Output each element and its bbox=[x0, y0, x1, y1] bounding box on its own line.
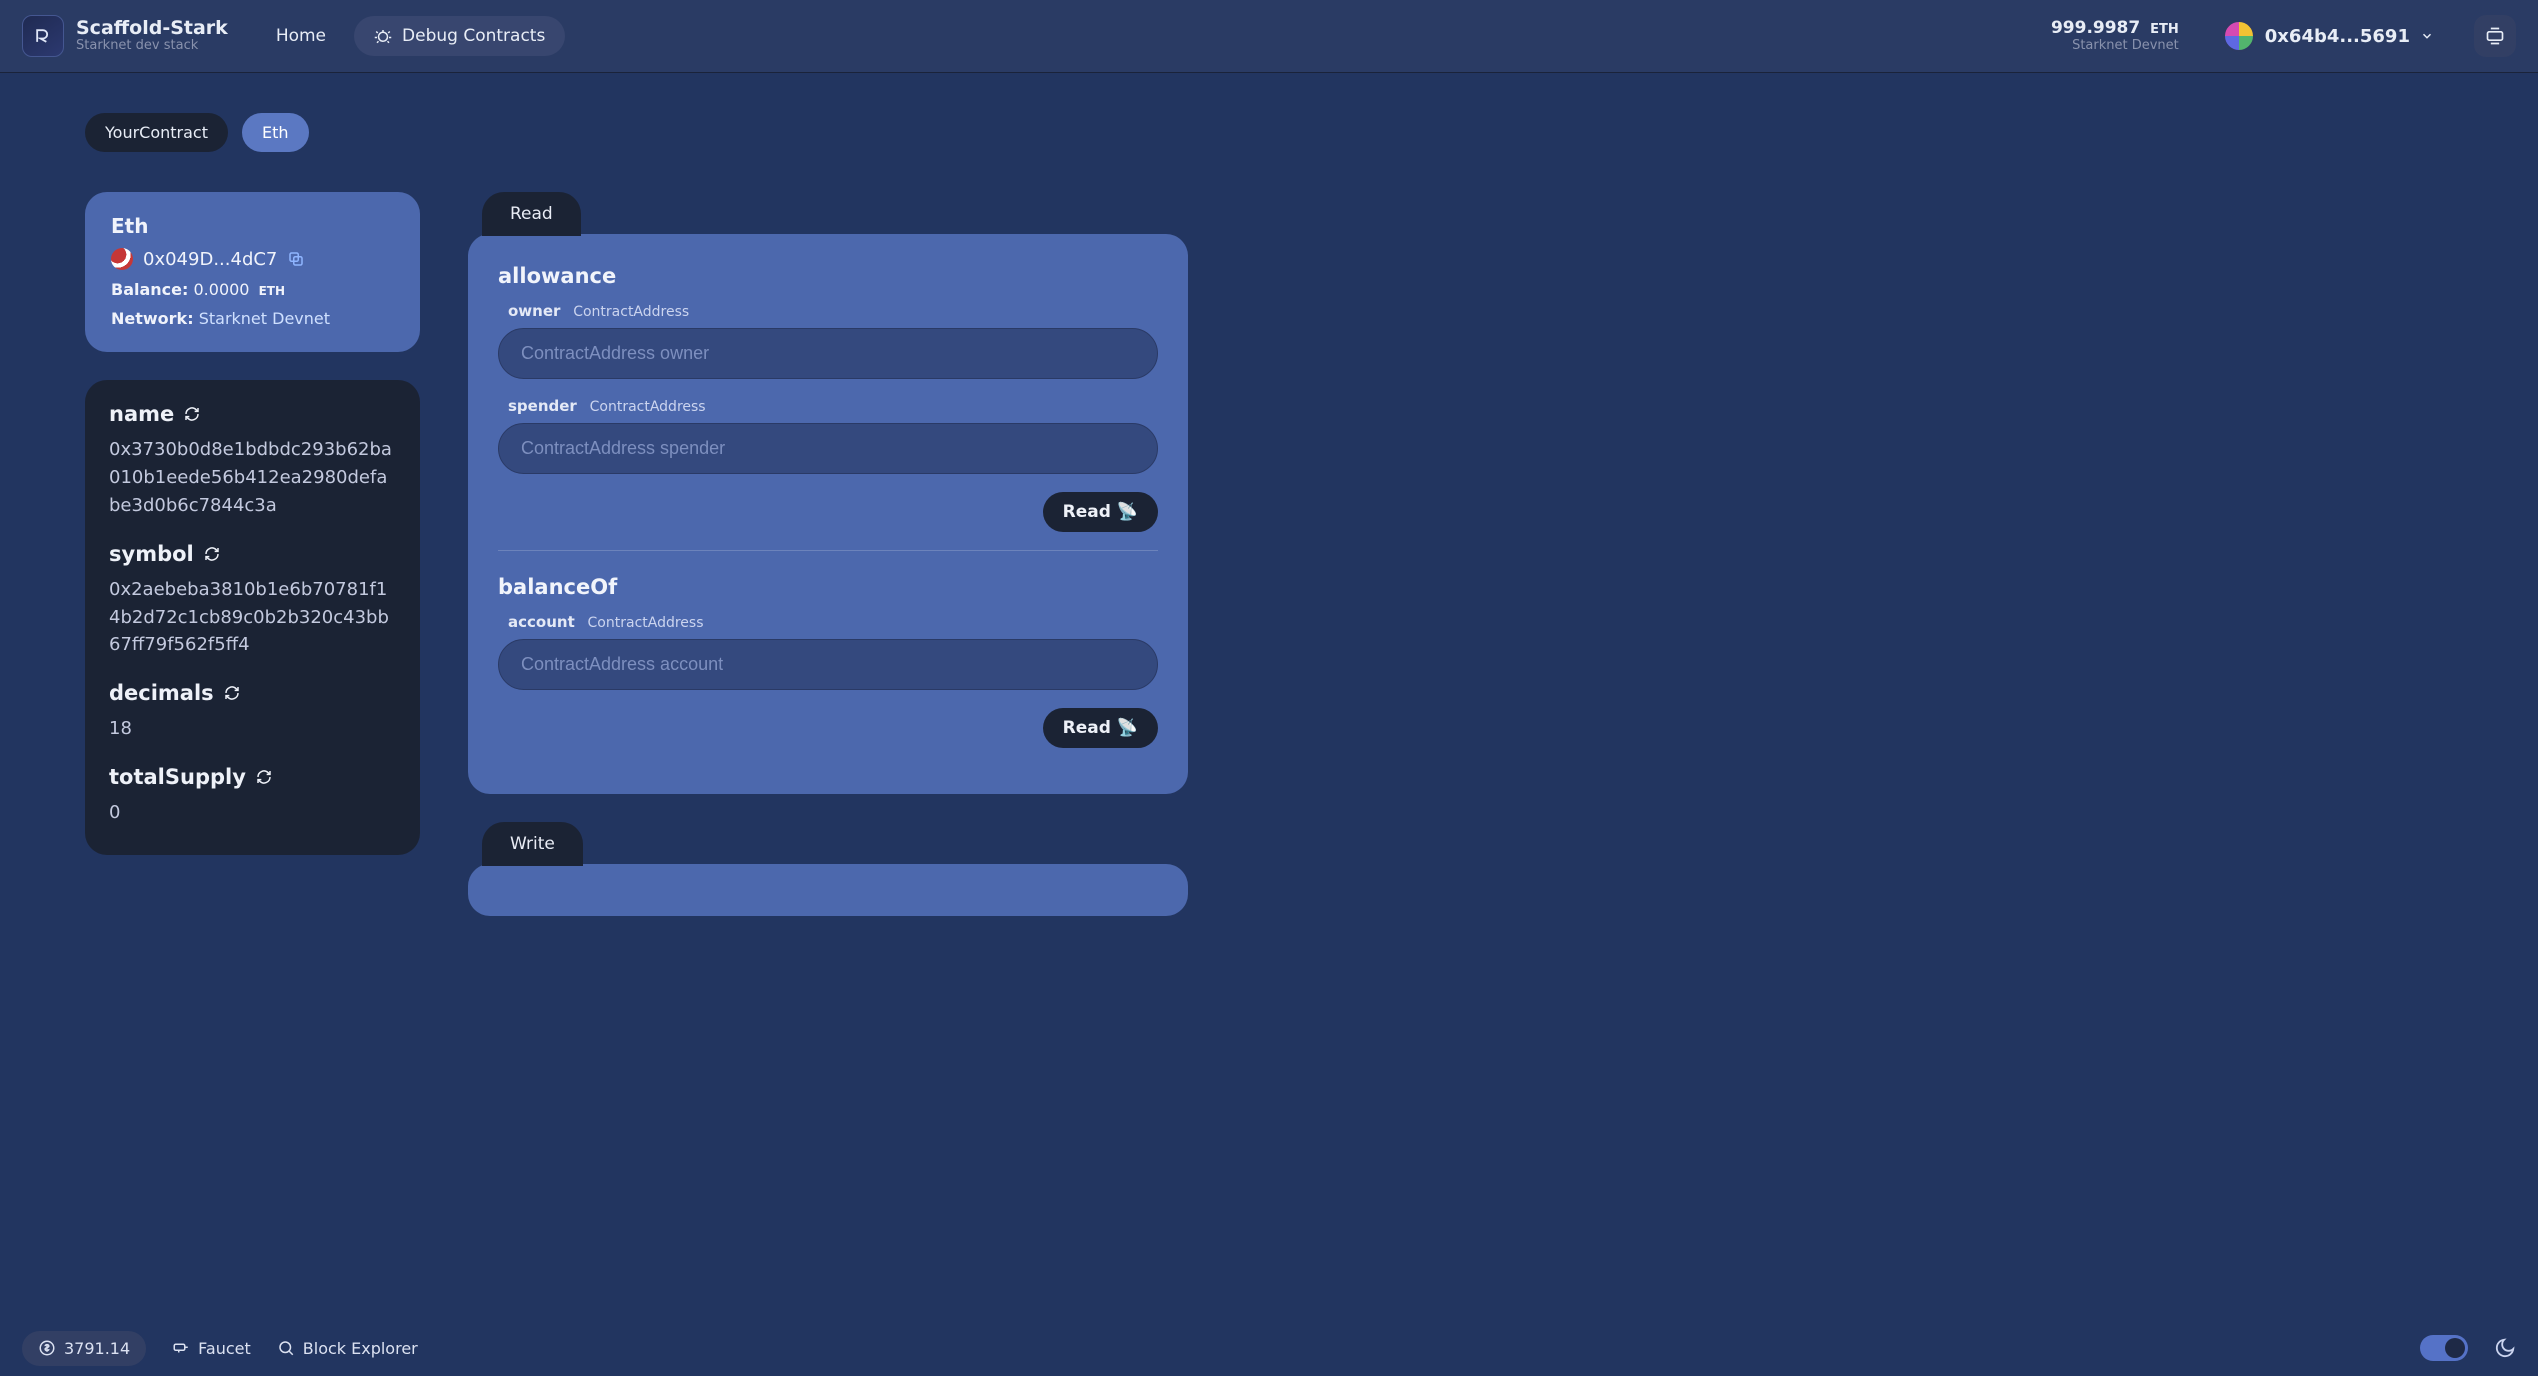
read-balanceof-button[interactable]: Read 📡 bbox=[1043, 708, 1158, 748]
wallet-avatar-icon bbox=[2223, 20, 2255, 52]
state-totalsupply-value: 0 bbox=[109, 799, 396, 827]
search-icon bbox=[277, 1339, 295, 1357]
read-section-tab[interactable]: Read bbox=[482, 192, 581, 236]
wallet-balance[interactable]: 999.9987 ETH Starknet Devnet bbox=[2051, 18, 2179, 54]
refresh-icon[interactable] bbox=[204, 546, 220, 562]
state-symbol-label: symbol bbox=[109, 542, 194, 566]
eth-price-value: 3791.14 bbox=[64, 1339, 130, 1358]
arg-owner-name: owner bbox=[508, 302, 560, 320]
copy-address-button[interactable] bbox=[287, 250, 305, 268]
contract-balance: 0.0000 bbox=[194, 280, 250, 299]
brand: Scaffold-Stark Starknet dev stack bbox=[22, 15, 228, 57]
write-panel bbox=[468, 864, 1188, 916]
wallet-address-short: 0x64b4...5691 bbox=[2265, 26, 2410, 47]
state-decimals-label: decimals bbox=[109, 681, 214, 705]
arg-account-name: account bbox=[508, 613, 575, 631]
faucet-link[interactable]: Faucet bbox=[172, 1339, 251, 1358]
contract-balance-unit: ETH bbox=[259, 284, 285, 298]
state-symbol-value: 0x2aebeba3810b1e6b70781f14b2d72c1cb89c0b… bbox=[109, 576, 396, 660]
nav-home[interactable]: Home bbox=[266, 18, 336, 54]
wallet-account-button[interactable]: 0x64b4...5691 bbox=[2213, 14, 2444, 58]
balance-label: Balance: bbox=[111, 280, 188, 299]
contract-tab-yourcontract[interactable]: YourContract bbox=[85, 113, 228, 152]
app-header: Scaffold-Stark Starknet dev stack Home D… bbox=[0, 0, 2538, 73]
main-nav: Home Debug Contracts bbox=[266, 16, 566, 56]
bug-icon bbox=[374, 27, 392, 45]
refresh-icon[interactable] bbox=[184, 406, 200, 422]
moon-icon bbox=[2494, 1337, 2516, 1359]
contract-address: 0x049D...4dC7 bbox=[143, 249, 277, 270]
fn-balanceof: balanceOf account ContractAddress Read 📡 bbox=[498, 550, 1158, 766]
brand-logo-icon bbox=[22, 15, 64, 57]
state-name-label: name bbox=[109, 402, 174, 426]
contract-info-card: Eth 0x049D...4dC7 Balance: 0.0000 bbox=[85, 192, 420, 352]
arg-spender-name: spender bbox=[508, 397, 577, 415]
dollar-icon bbox=[38, 1339, 56, 1357]
contract-state-card: name 0x3730b0d8e1bdbdc293b62ba010b1eede5… bbox=[85, 380, 420, 855]
network-label: Network bbox=[111, 309, 187, 328]
theme-toggle[interactable] bbox=[2420, 1335, 2468, 1361]
wallet-balance-amount: 999.9987 bbox=[2051, 18, 2140, 38]
eth-price-pill[interactable]: 3791.14 bbox=[22, 1331, 146, 1366]
arg-account-input[interactable] bbox=[498, 639, 1158, 690]
page-body: YourContract Eth Eth 0x049D...4dC7 bbox=[0, 73, 2538, 1376]
write-section-tab[interactable]: Write bbox=[482, 822, 583, 866]
state-totalsupply-label: totalSupply bbox=[109, 765, 246, 789]
refresh-icon[interactable] bbox=[256, 769, 272, 785]
fn-balanceof-title: balanceOf bbox=[498, 575, 1158, 599]
contract-tab-eth[interactable]: Eth bbox=[242, 113, 309, 152]
faucet-icon bbox=[172, 1339, 190, 1357]
state-decimals-value: 18 bbox=[109, 715, 396, 743]
read-panel: allowance owner ContractAddress spender bbox=[468, 234, 1188, 794]
fn-allowance: allowance owner ContractAddress spender bbox=[498, 258, 1158, 550]
arg-spender-input[interactable] bbox=[498, 423, 1158, 474]
brand-title: Scaffold-Stark bbox=[76, 18, 228, 40]
state-name-value: 0x3730b0d8e1bdbdc293b62ba010b1eede56b412… bbox=[109, 436, 396, 520]
chevron-down-icon bbox=[2420, 29, 2434, 43]
arg-spender-type: ContractAddress bbox=[590, 399, 706, 415]
contract-tabs: YourContract Eth bbox=[85, 113, 2468, 152]
block-explorer-link[interactable]: Block Explorer bbox=[277, 1339, 418, 1358]
arg-account-type: ContractAddress bbox=[588, 615, 704, 631]
arg-owner-input[interactable] bbox=[498, 328, 1158, 379]
nav-debug-label: Debug Contracts bbox=[402, 26, 545, 46]
wallet-network: Starknet Devnet bbox=[2051, 38, 2179, 54]
refresh-icon[interactable] bbox=[224, 685, 240, 701]
read-allowance-button[interactable]: Read 📡 bbox=[1043, 492, 1158, 532]
nav-debug-contracts[interactable]: Debug Contracts bbox=[354, 16, 565, 56]
wallet-balance-unit: ETH bbox=[2150, 22, 2179, 37]
contract-network: Starknet Devnet bbox=[199, 309, 330, 328]
contract-name: Eth bbox=[111, 214, 394, 238]
fn-allowance-title: allowance bbox=[498, 264, 1158, 288]
qr-scan-icon bbox=[2485, 26, 2505, 46]
brand-subtitle: Starknet dev stack bbox=[76, 39, 228, 54]
wallet-qr-button[interactable] bbox=[2474, 15, 2516, 57]
contract-avatar-icon bbox=[111, 248, 133, 270]
arg-owner-type: ContractAddress bbox=[573, 304, 689, 320]
